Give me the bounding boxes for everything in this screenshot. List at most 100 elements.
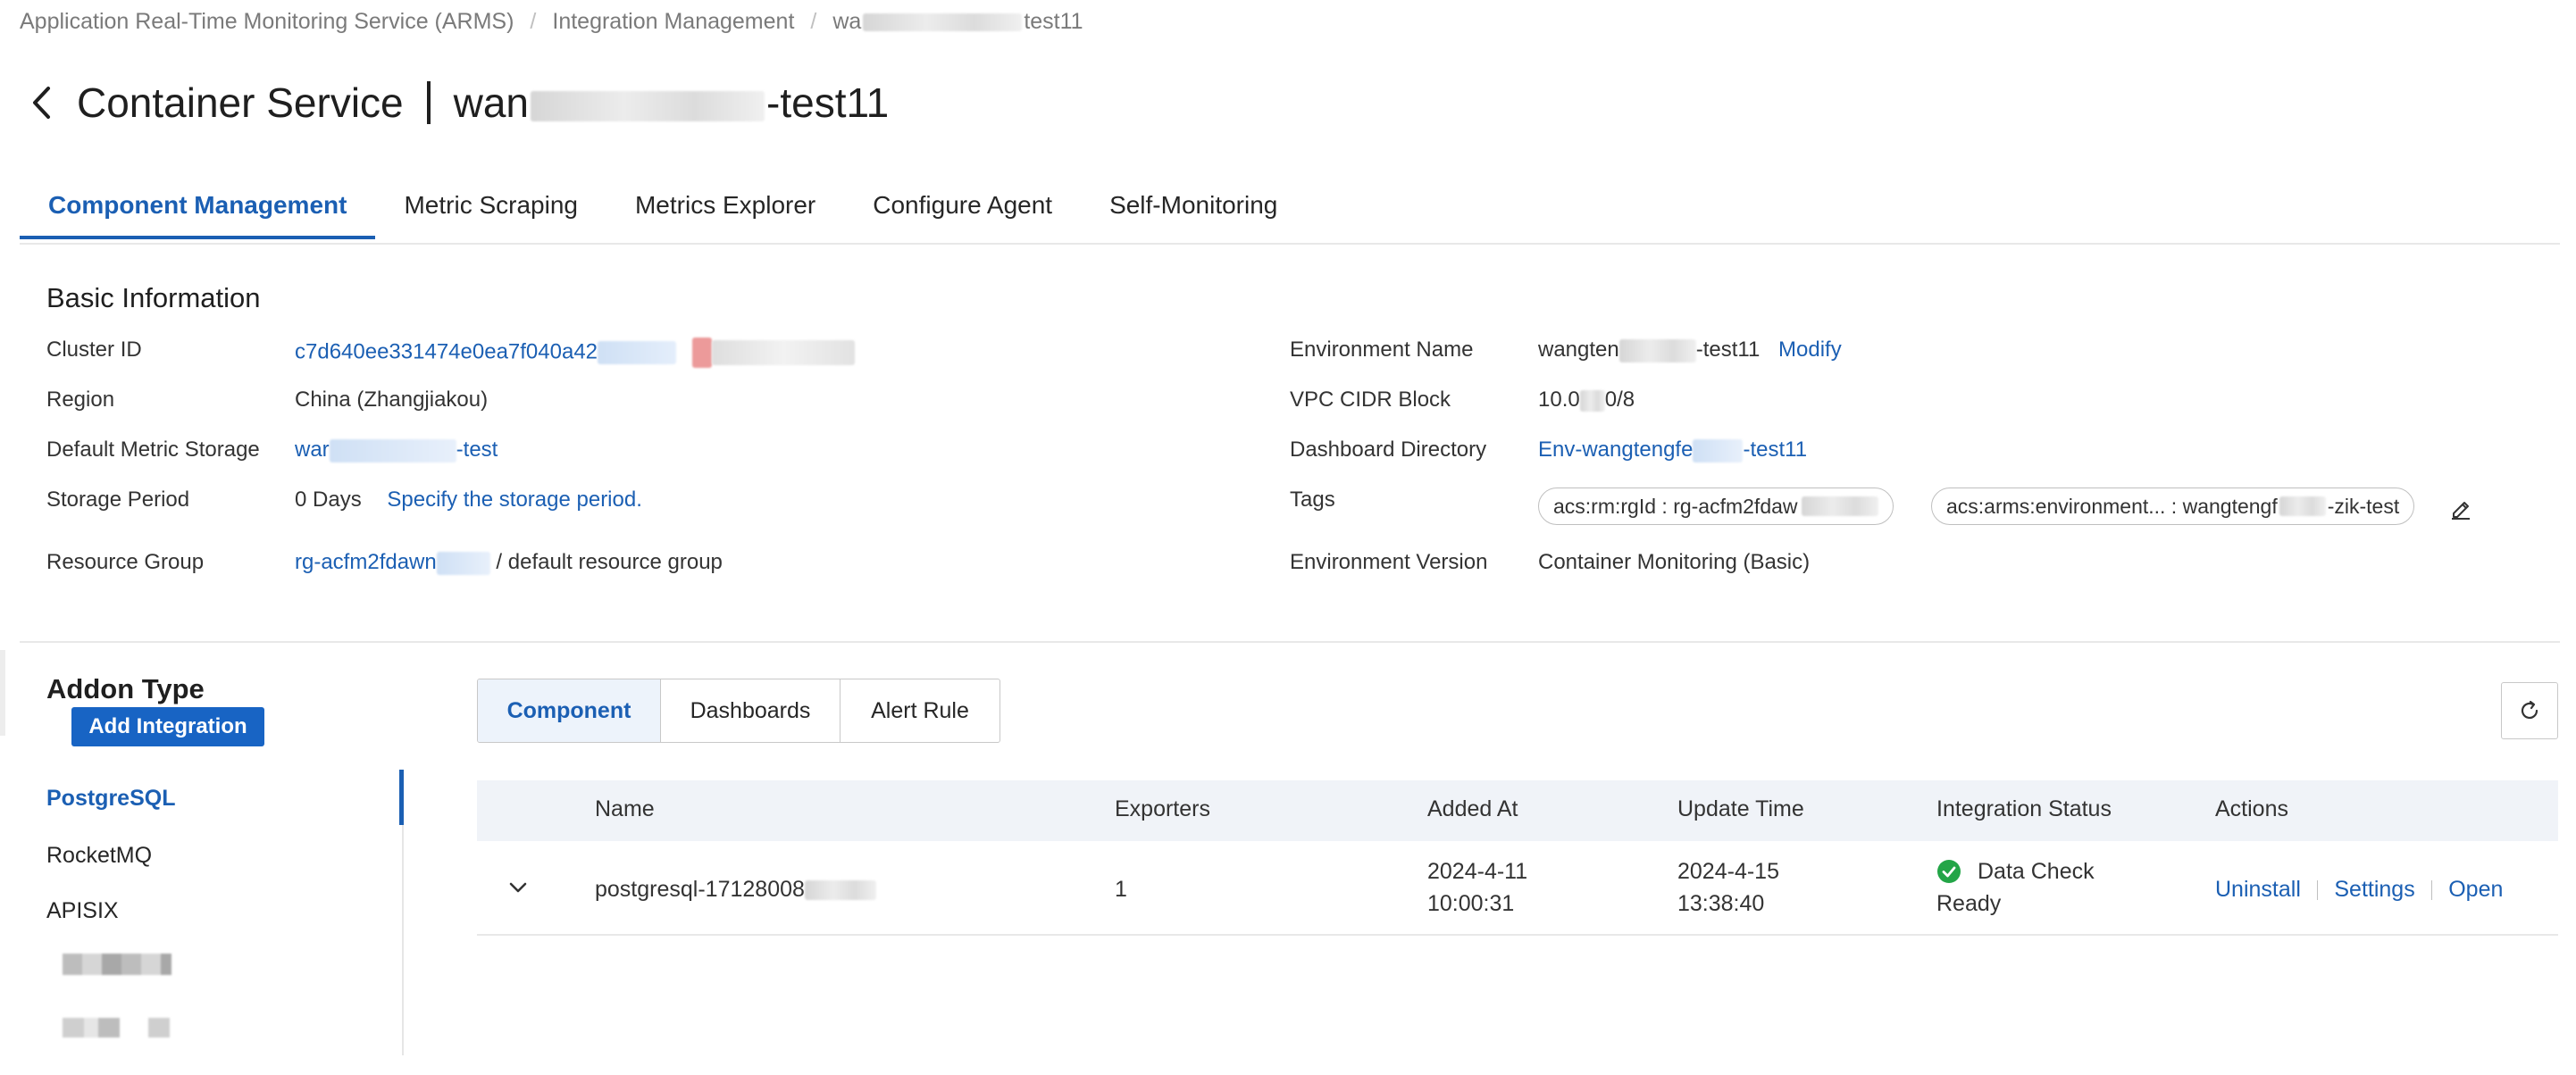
column-header-added-at: Added At — [1427, 796, 1518, 821]
redacted-block — [1801, 496, 1878, 516]
status-line-2: Ready — [1936, 891, 2002, 916]
table-row-exporters: 1 — [1115, 877, 1127, 902]
redacted-block — [436, 551, 490, 575]
env-name-prefix: wangten — [1538, 338, 1619, 362]
addon-item-postgresql[interactable]: PostgreSQL — [46, 786, 175, 812]
column-header-exporters: Exporters — [1115, 796, 1210, 821]
redacted-block — [1693, 438, 1744, 462]
cluster-id-link[interactable]: c7d640ee331474e0ea7f040a42 — [295, 339, 598, 363]
left-edge-handle[interactable] — [0, 650, 5, 736]
redacted-block — [863, 13, 1023, 32]
metric-storage-label: Default Metric Storage — [46, 438, 260, 462]
added-time: 10:00:31 — [1427, 891, 1515, 916]
cluster-id-value[interactable]: c7d640ee331474e0ea7f040a42 — [295, 338, 856, 368]
action-separator — [2316, 880, 2319, 901]
addon-item-redacted[interactable] — [63, 1018, 170, 1038]
tab-metrics-explorer[interactable]: Metrics Explorer — [606, 177, 844, 239]
view-dashboards-button[interactable]: Dashboards — [660, 679, 840, 742]
env-name-value: wangten -test11 Modify — [1538, 338, 1842, 362]
vpc-value: 10.0 0/8 — [1538, 388, 1635, 412]
table-row-divider — [477, 934, 2558, 936]
addon-item-rocketmq[interactable]: RocketMQ — [46, 843, 152, 869]
main-tabs: Component Management Metric Scraping Met… — [20, 177, 1306, 239]
column-header-update-time: Update Time — [1677, 796, 1804, 821]
breadcrumb-item-arms[interactable]: Application Real-Time Monitoring Service… — [20, 9, 514, 35]
addon-type-title: Addon Type — [46, 673, 205, 704]
region-value: China (Zhangjiakou) — [295, 388, 489, 412]
modify-env-name-link[interactable]: Modify — [1778, 338, 1842, 362]
view-alert-rule-button[interactable]: Alert Rule — [840, 679, 999, 742]
status-line-1: Data Check — [1978, 859, 2095, 884]
uninstall-link[interactable]: Uninstall — [2215, 877, 2301, 902]
metric-storage-value[interactable]: war -test — [295, 438, 498, 462]
column-header-integration-status: Integration Status — [1936, 796, 2112, 821]
dashboard-dir-value[interactable]: Env-wangtengfe -test11 — [1538, 438, 1807, 462]
tab-self-monitoring[interactable]: Self-Monitoring — [1081, 177, 1306, 239]
redacted-block — [329, 438, 456, 462]
view-switch: Component Dashboards Alert Rule — [477, 679, 1000, 743]
open-link[interactable]: Open — [2448, 877, 2503, 902]
env-name-suffix: -test11 — [1695, 338, 1761, 362]
breadcrumb-current: wa test11 — [832, 9, 1083, 35]
metric-storage-link[interactable]: war — [295, 438, 330, 462]
page-subtitle-suffix: -test11 — [766, 79, 890, 126]
redacted-block — [2279, 496, 2326, 516]
tag-environment-text: acs:arms:environment... : wangtengf — [1946, 494, 2278, 518]
storage-period-label: Storage Period — [46, 488, 190, 512]
column-header-name: Name — [595, 796, 655, 821]
refresh-button[interactable] — [2501, 682, 2558, 739]
pencil-icon[interactable] — [2449, 496, 2472, 520]
redacted-block — [712, 340, 856, 365]
resource-group-default: / default resource group — [496, 550, 723, 574]
tag-environment-suffix: -zik-test — [2327, 494, 2400, 518]
refresh-icon — [2518, 699, 2541, 722]
update-date: 2024-4-15 — [1677, 859, 1779, 884]
tags-label: Tags — [1290, 488, 1335, 512]
dashboard-dir-link[interactable]: Env-wangtengfe — [1538, 438, 1693, 462]
tab-configure-agent[interactable]: Configure Agent — [844, 177, 1081, 239]
env-name-label: Environment Name — [1290, 338, 1474, 362]
added-date: 2024-4-11 — [1427, 859, 1528, 884]
page-subtitle-prefix: wan — [453, 79, 530, 126]
redacted-block — [1579, 389, 1605, 412]
specify-storage-period-link[interactable]: Specify the storage period. — [387, 488, 642, 512]
addon-item-apisix[interactable]: APISIX — [46, 898, 119, 924]
tab-component-management[interactable]: Component Management — [20, 177, 376, 239]
tabs-divider — [20, 243, 2560, 245]
chevron-down-icon[interactable] — [506, 875, 531, 900]
table-row-actions: Uninstall Settings Open — [2215, 873, 2503, 905]
settings-link[interactable]: Settings — [2334, 877, 2414, 902]
component-name: postgresql-17128008 — [595, 877, 805, 902]
vpc-prefix: 10.0 — [1538, 388, 1580, 412]
page-subtitle: wan -test11 — [454, 79, 890, 127]
tag-environment[interactable]: acs:arms:environment... : wangtengf -zik-… — [1931, 488, 2415, 525]
redacted-block — [692, 338, 713, 368]
chevron-left-icon[interactable] — [30, 82, 61, 123]
metric-storage-link-suffix[interactable]: -test — [456, 438, 498, 462]
breadcrumb-item-integration[interactable]: Integration Management — [552, 9, 794, 35]
redacted-block — [1618, 338, 1696, 362]
add-integration-button[interactable]: Add Integration — [71, 707, 264, 746]
breadcrumb: Application Real-Time Monitoring Service… — [20, 9, 1083, 35]
region-label: Region — [46, 388, 115, 412]
vpc-label: VPC CIDR Block — [1290, 388, 1451, 412]
resource-group-link[interactable]: rg-acfm2fdawn — [295, 550, 437, 574]
page-title: Container Service — [77, 79, 404, 126]
breadcrumb-separator: / — [530, 9, 537, 34]
view-component-button[interactable]: Component — [478, 679, 660, 742]
redacted-block — [531, 90, 765, 121]
title-divider — [426, 81, 431, 124]
storage-period-days: 0 Days — [295, 488, 362, 512]
dashboard-dir-label: Dashboard Directory — [1290, 438, 1487, 462]
tag-resource-group[interactable]: acs:rm:rgId : rg-acfm2fdaw — [1538, 488, 1894, 525]
action-separator — [2430, 880, 2433, 901]
breadcrumb-current-prefix: wa — [832, 9, 862, 34]
addon-item-redacted[interactable] — [63, 954, 171, 975]
tab-metric-scraping[interactable]: Metric Scraping — [375, 177, 606, 239]
dashboard-dir-link-suffix[interactable]: -test11 — [1743, 438, 1807, 462]
table-row-status: Data Check Ready — [1936, 855, 2095, 920]
resource-group-value: rg-acfm2fdawn / default resource group — [295, 550, 723, 575]
breadcrumb-separator: / — [810, 9, 817, 34]
resource-group-label: Resource Group — [46, 550, 205, 574]
basic-info-title: Basic Information — [46, 282, 261, 313]
